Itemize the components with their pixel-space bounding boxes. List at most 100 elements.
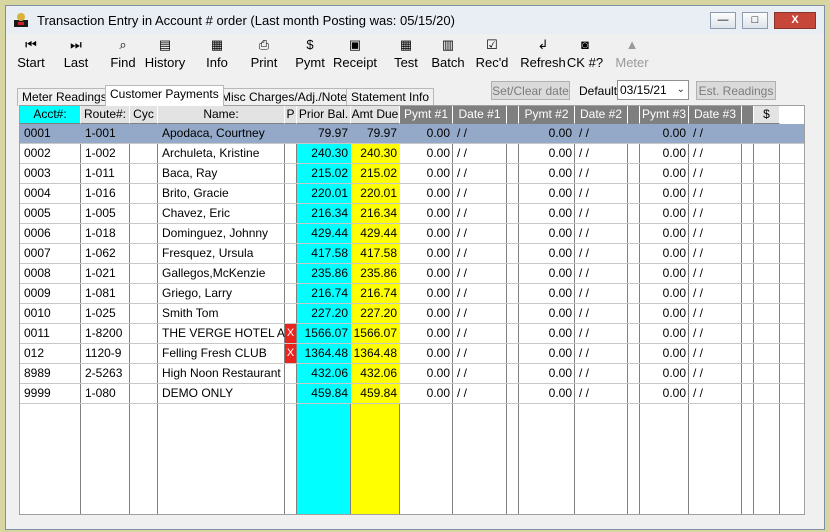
table-row[interactable]: 0003 1-011 Baca, Ray 215.02 215.02 0.00 / / 0.0…	[20, 164, 804, 184]
cell-due: 220.01	[351, 184, 400, 203]
cell-acct: 0007	[24, 246, 51, 260]
received-icon: ☑	[486, 37, 498, 52]
cell-d2: / /	[579, 246, 590, 260]
table-row[interactable]: 0009 1-081 Griego, Larry 216.74 216.74 0.00 / …	[20, 284, 804, 304]
toolbar-history-button[interactable]: ▤ History	[143, 36, 187, 76]
cell-p2: 0.00	[548, 386, 572, 400]
column-header[interactable]: Acct#:	[20, 106, 81, 124]
cell-prior: 215.02	[297, 164, 351, 183]
title-bar[interactable]: Transaction Entry in Account # order (La…	[6, 6, 824, 34]
cell-p1: 0.00	[426, 146, 450, 160]
table-row[interactable]: 0002 1-002 Archuleta, Kristine 240.30 240.30…	[20, 144, 804, 164]
cell-route: 1-016	[85, 186, 116, 200]
toolbar-info-label: Info	[206, 55, 228, 70]
table-row[interactable]: 0004 1-016 Brito, Gracie 220.01 220.01 0.00 / …	[20, 184, 804, 204]
cell-d2: / /	[579, 266, 590, 280]
cell-d2: / /	[579, 206, 590, 220]
maximize-icon: □	[751, 14, 759, 26]
cell-name: THE VERGE HOTEL AND	[162, 326, 285, 340]
cell-d3: / /	[693, 366, 704, 380]
cell-d3: / /	[693, 286, 704, 300]
column-header[interactable]: Prior Bal.	[297, 106, 351, 124]
table-row[interactable]: 0006 1-018 Dominguez, Johnny 429.44 429.44 0.…	[20, 224, 804, 244]
column-header[interactable]	[628, 106, 640, 124]
cell-due: 216.34	[351, 204, 400, 223]
cell-p3: 0.00	[662, 246, 686, 260]
toolbar-receipt-button[interactable]: ▣ Receipt	[330, 36, 380, 76]
tab-customer-payments[interactable]: Customer Payments	[105, 85, 224, 106]
column-header[interactable]: P	[285, 106, 297, 124]
toolbar-pymt-button[interactable]: $ Pymt	[292, 36, 328, 76]
cell-prior: 459.84	[297, 384, 351, 403]
toolbar-refresh-button[interactable]: ↲ Refresh	[518, 36, 568, 76]
column-header[interactable]: Route#:	[81, 106, 130, 124]
cell-route: 1-011	[85, 166, 115, 180]
cell-prior: 429.44	[297, 224, 351, 243]
column-header[interactable]: Pymt #3	[640, 106, 689, 124]
cell-p3: 0.00	[662, 306, 686, 320]
cell-due: 1364.48	[351, 344, 400, 363]
toolbar-start-button[interactable]: ⏮ Start	[12, 36, 50, 76]
cell-d2: / /	[579, 386, 590, 400]
toolbar-info-button[interactable]: ▦ Info	[197, 36, 237, 76]
column-header[interactable]: Pymt #1	[400, 106, 453, 124]
tab-misc-charges-adj-notes[interactable]: Misc Charges/Adj./Notes	[216, 88, 359, 106]
cell-d3: / /	[693, 306, 704, 320]
table-row[interactable]: 0010 1-025 Smith Tom 227.20 227.20 0.00 / / 0.0…	[20, 304, 804, 324]
toolbar-ck-label: CK #?	[566, 55, 604, 70]
default-date-picker[interactable]: 03/15/21 ⌄	[617, 80, 689, 100]
cell-due: 1566.07	[351, 324, 400, 343]
cell-acct: 012	[24, 346, 45, 360]
column-header[interactable]: Cyc	[130, 106, 158, 124]
column-header[interactable]: $	[754, 106, 780, 124]
table-row[interactable]: 0001 1-001 Apodaca, Courtney 79.97 79.97 0.00…	[20, 124, 804, 144]
column-header[interactable]: Amt Due	[351, 106, 400, 124]
toolbar-test-button[interactable]: ▦ Test	[386, 36, 426, 76]
cell-p2: 0.00	[548, 346, 572, 360]
cell-name: Felling Fresh CLUB	[162, 346, 267, 360]
toolbar-print-button[interactable]: ⎙ Print	[244, 36, 284, 76]
chevron-down-icon[interactable]: ⌄	[677, 81, 685, 99]
cell-name: Smith Tom	[162, 306, 219, 320]
column-header[interactable]	[742, 106, 754, 124]
est-readings-button[interactable]: Est. Readings	[696, 81, 776, 100]
cell-p1: 0.00	[426, 286, 450, 300]
printer-icon: ⎙	[258, 37, 270, 52]
first-record-icon: ⏮	[25, 37, 37, 52]
cell-d1: / /	[457, 166, 468, 180]
table-row[interactable]: 0005 1-005 Chavez, Eric 216.34 216.34 0.00 / /…	[20, 204, 804, 224]
column-header[interactable]: Date #3	[689, 106, 742, 124]
column-header[interactable]	[507, 106, 519, 124]
toolbar-last-button[interactable]: ⏭ Last	[55, 36, 97, 76]
cell-due: 429.44	[351, 224, 400, 243]
calendar-icon: ▦	[210, 37, 224, 52]
history-icon: ▤	[158, 37, 172, 52]
column-header[interactable]: Date #1	[453, 106, 507, 124]
toolbar-batch-button[interactable]: ▥ Batch	[425, 36, 471, 76]
cell-route: 1-005	[85, 206, 116, 220]
maximize-button[interactable]: □	[742, 12, 768, 29]
table-row[interactable]: 0007 1-062 Fresquez, Ursula 417.58 417.58 0.0…	[20, 244, 804, 264]
tab-statement-info[interactable]: Statement Info	[346, 88, 435, 106]
minimize-button[interactable]: —	[710, 12, 736, 29]
table-row[interactable]: 9999 1-080 DEMO ONLY 459.84 459.84 0.00 / / 0.0…	[20, 384, 804, 404]
tab-meter-readings[interactable]: Meter Readings	[17, 88, 112, 106]
cell-acct: 0003	[24, 166, 51, 180]
toolbar-ck-button[interactable]: ◙ CK #?	[565, 36, 605, 76]
table-row[interactable]: 012 1120-9 Felling Fresh CLUB 1364.48 1364.4…	[20, 344, 804, 364]
toolbar-recd-button[interactable]: ☑ Rec'd	[472, 36, 512, 76]
column-header[interactable]: Name:	[158, 106, 285, 124]
close-button[interactable]: X	[774, 12, 816, 29]
toolbar-find-button[interactable]: ⌕ Find	[105, 36, 141, 76]
cell-p2: 0.00	[548, 286, 572, 300]
column-header[interactable]: Date #2	[575, 106, 628, 124]
cell-acct: 0005	[24, 206, 51, 220]
table-row[interactable]: 0011 1-8200 THE VERGE HOTEL AND 1566.071566…	[20, 324, 804, 344]
cell-d1: / /	[457, 126, 468, 140]
payments-grid[interactable]: Acct#: Route#: Cyc Name: P Prior Bal. Amt Due P…	[19, 105, 805, 515]
table-row[interactable]: 8989 2-5263 High Noon Restaurant 432.06 432.…	[20, 364, 804, 384]
table-row[interactable]: 0008 1-021 Gallegos,McKenzie 235.86 235.86 0.…	[20, 264, 804, 284]
cell-due: 216.74	[351, 284, 400, 303]
set-clear-date-button[interactable]: Set/Clear date	[491, 81, 570, 100]
column-header[interactable]: Pymt #2	[519, 106, 575, 124]
